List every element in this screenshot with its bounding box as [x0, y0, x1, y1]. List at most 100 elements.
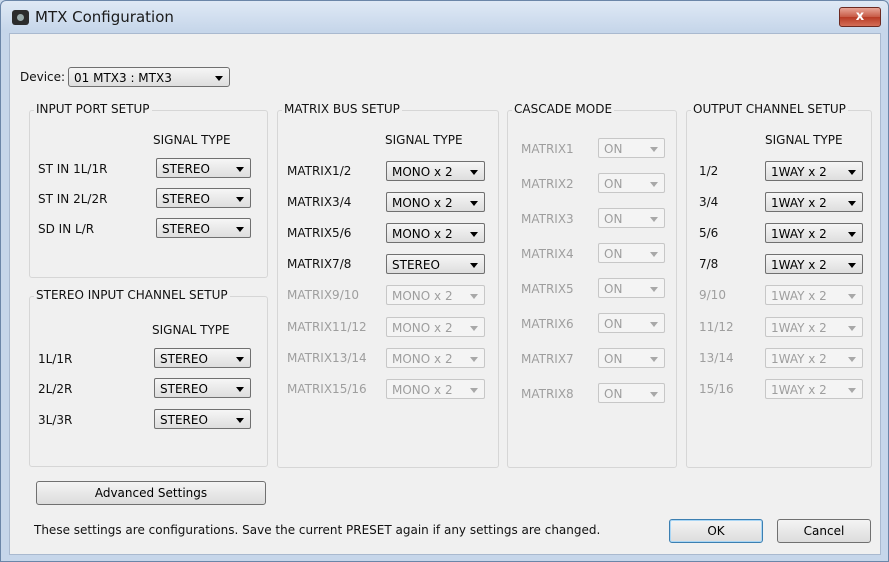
output-label-5-6: 5/6 [699, 226, 719, 240]
output-select-13-14[interactable]: 1WAY x 2 [765, 348, 863, 368]
cascade-label-matrix2: MATRIX2 [521, 177, 574, 191]
input-port-select-st-in-1[interactable]: STEREO [156, 158, 251, 178]
select-value: 1WAY x 2 [771, 289, 827, 303]
matrix-bus-setup-group: MATRIX BUS SETUP SIGNAL TYPE MATRIX1/2 M… [277, 102, 499, 468]
output-select-15-16[interactable]: 1WAY x 2 [765, 379, 863, 399]
matrix-bus-select-15-16[interactable]: MONO x 2 [386, 379, 485, 399]
cascade-select-matrix8[interactable]: ON [598, 383, 665, 403]
chevron-down-icon [848, 263, 856, 268]
input-port-label-sd-in: SD IN L/R [38, 222, 95, 236]
matrix-bus-label-7-8: MATRIX7/8 [287, 257, 352, 271]
select-value: ON [604, 282, 623, 296]
cascade-label-matrix1: MATRIX1 [521, 142, 574, 156]
select-value: MONO x 2 [392, 289, 453, 303]
output-select-1-2[interactable]: 1WAY x 2 [765, 161, 863, 181]
output-select-3-4[interactable]: 1WAY x 2 [765, 192, 863, 212]
output-label-3-4: 3/4 [699, 195, 719, 209]
input-port-signal-type-header: SIGNAL TYPE [153, 133, 231, 147]
stereo-input-select-2[interactable]: STEREO [154, 378, 251, 398]
matrix-bus-select-5-6[interactable]: MONO x 2 [386, 223, 485, 243]
matrix-bus-select-13-14[interactable]: MONO x 2 [386, 348, 485, 368]
output-label-13-14: 13/14 [699, 351, 734, 365]
chevron-down-icon [236, 418, 244, 423]
select-value: MONO x 2 [392, 383, 453, 397]
device-label: Device: [20, 70, 66, 84]
matrix-bus-select-11-12[interactable]: MONO x 2 [386, 317, 485, 337]
chevron-down-icon [848, 294, 856, 299]
select-value: MONO x 2 [392, 227, 453, 241]
cascade-select-matrix6[interactable]: ON [598, 313, 665, 333]
select-value: STEREO [162, 222, 210, 236]
output-select-5-6[interactable]: 1WAY x 2 [765, 223, 863, 243]
configuration-note: These settings are configurations. Save … [34, 523, 601, 537]
input-port-select-st-in-2[interactable]: STEREO [156, 188, 251, 208]
select-value: 1WAY x 2 [771, 165, 827, 179]
ok-button[interactable]: OK [669, 519, 763, 543]
select-value: MONO x 2 [392, 196, 453, 210]
close-button[interactable]: x [839, 7, 881, 27]
chevron-down-icon [848, 170, 856, 175]
matrix-bus-label-11-12: MATRIX11/12 [287, 320, 367, 334]
matrix-bus-select-9-10[interactable]: MONO x 2 [386, 285, 485, 305]
cascade-select-matrix2[interactable]: ON [598, 173, 665, 193]
cascade-select-matrix4[interactable]: ON [598, 243, 665, 263]
select-value: MONO x 2 [392, 352, 453, 366]
chevron-down-icon [470, 294, 478, 299]
chevron-down-icon [470, 357, 478, 362]
select-value: 1WAY x 2 [771, 227, 827, 241]
matrix-bus-signal-type-header: SIGNAL TYPE [385, 133, 463, 147]
select-value: ON [604, 247, 623, 261]
input-port-select-sd-in[interactable]: STEREO [156, 218, 251, 238]
output-select-9-10[interactable]: 1WAY x 2 [765, 285, 863, 305]
output-channel-setup-group: OUTPUT CHANNEL SETUP SIGNAL TYPE 1/2 1WA… [686, 102, 872, 468]
input-port-setup-group: INPUT PORT SETUP SIGNAL TYPE ST IN 1L/1R… [29, 102, 268, 278]
select-value: ON [604, 142, 623, 156]
chevron-down-icon [470, 326, 478, 331]
output-signal-type-header: SIGNAL TYPE [765, 133, 843, 147]
input-port-label-st-in-2: ST IN 2L/2R [38, 192, 108, 206]
chevron-down-icon [236, 197, 244, 202]
chevron-down-icon [650, 357, 658, 362]
cancel-button[interactable]: Cancel [777, 519, 871, 543]
select-value: STEREO [160, 352, 208, 366]
select-value: 1WAY x 2 [771, 258, 827, 272]
chevron-down-icon [236, 227, 244, 232]
chevron-down-icon [650, 252, 658, 257]
select-value: 1WAY x 2 [771, 321, 827, 335]
matrix-bus-select-1-2[interactable]: MONO x 2 [386, 161, 485, 181]
matrix-bus-select-3-4[interactable]: MONO x 2 [386, 192, 485, 212]
select-value: STEREO [162, 192, 210, 206]
chevron-down-icon [470, 170, 478, 175]
select-value: STEREO [392, 258, 440, 272]
chevron-down-icon [470, 388, 478, 393]
stereo-input-select-3[interactable]: STEREO [154, 409, 251, 429]
output-label-7-8: 7/8 [699, 257, 719, 271]
stereo-input-select-1[interactable]: STEREO [154, 348, 251, 368]
output-label-11-12: 11/12 [699, 320, 734, 334]
device-select-value: 01 MTX3 : MTX3 [74, 71, 172, 85]
chevron-down-icon [650, 147, 658, 152]
chevron-down-icon [470, 263, 478, 268]
select-value: STEREO [160, 382, 208, 396]
matrix-bus-select-7-8[interactable]: STEREO [386, 254, 485, 274]
stereo-input-setup-title: STEREO INPUT CHANNEL SETUP [34, 288, 230, 302]
cascade-select-matrix7[interactable]: ON [598, 348, 665, 368]
chevron-down-icon [848, 357, 856, 362]
output-select-11-12[interactable]: 1WAY x 2 [765, 317, 863, 337]
app-icon [12, 10, 29, 25]
select-value: STEREO [160, 413, 208, 427]
chevron-down-icon [848, 232, 856, 237]
select-value: 1WAY x 2 [771, 196, 827, 210]
cascade-mode-group: CASCADE MODE MATRIX1 ON MATRIX2 ON MATRI… [507, 102, 677, 468]
output-label-1-2: 1/2 [699, 164, 719, 178]
advanced-settings-button[interactable]: Advanced Settings [36, 481, 266, 505]
stereo-input-label-1: 1L/1R [38, 352, 73, 366]
dialog-body: Device: 01 MTX3 : MTX3 INPUT PORT SETUP … [9, 33, 881, 555]
cascade-select-matrix5[interactable]: ON [598, 278, 665, 298]
cascade-select-matrix1[interactable]: ON [598, 138, 665, 158]
chevron-down-icon [650, 392, 658, 397]
output-select-7-8[interactable]: 1WAY x 2 [765, 254, 863, 274]
device-select[interactable]: 01 MTX3 : MTX3 [68, 67, 230, 87]
matrix-bus-label-15-16: MATRIX15/16 [287, 382, 367, 396]
cascade-select-matrix3[interactable]: ON [598, 208, 665, 228]
